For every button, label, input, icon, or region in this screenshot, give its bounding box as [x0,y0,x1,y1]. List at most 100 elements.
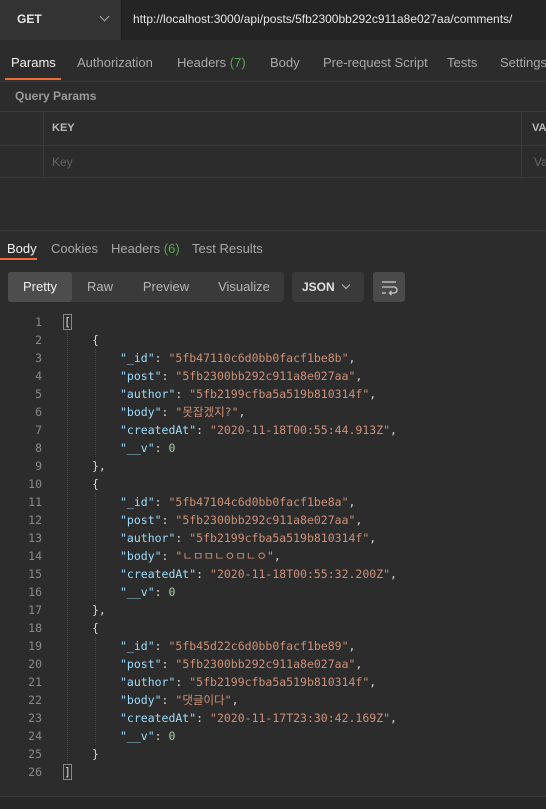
format-label: JSON [302,280,335,294]
tab-label: Pre-request Script [323,55,428,70]
tab-label: Authorization [77,55,153,70]
tab-label: Tests [447,55,478,70]
code-line: "createdAt": "2020-11-18T00:55:44.913Z", [120,423,397,437]
line-number: 2 [35,333,42,347]
tab-authorization[interactable]: Authorization [77,55,153,70]
line-number: 23 [28,711,42,725]
code-line: } [92,747,99,761]
line-number: 20 [28,657,42,671]
code-line: "createdAt": "2020-11-17T23:30:42.169Z", [120,711,397,725]
view-raw-button[interactable]: Raw [72,272,128,302]
line-number: 6 [35,405,42,419]
tab-count: (7) [229,55,246,70]
code-line: "__v": 0 [120,441,176,455]
column-divider [43,112,44,179]
code-line: "body": "ㄴㅁㅁㄴㅇㅁㄴㅇ", [120,549,281,563]
code-line: { [92,477,99,491]
tab-label: Cookies [51,241,98,256]
wrap-lines-button[interactable] [373,272,405,302]
value-input[interactable]: Va [534,155,546,169]
key-column-header: KEY [52,122,75,134]
line-number: 1 [35,315,42,329]
code-line: { [92,621,99,635]
active-tab-indicator [5,78,61,80]
line-number: 15 [28,567,42,581]
code-line: "_id": "5fb47104c6d0bb0facf1be8a", [120,495,356,509]
code-line: "_id": "5fb45d22c6d0bb0facf1be89", [120,639,356,653]
view-pretty-button[interactable]: Pretty [8,272,72,302]
tab-headers[interactable]: Headers (7) [177,55,246,70]
tab-label: Headers [177,55,227,70]
code-line: "__v": 0 [120,729,176,743]
tab-count: (6) [163,241,180,256]
code-line: "_id": "5fb47110c6d0bb0facf1be8b", [120,351,356,365]
code-line: "body": "못잡겠지?", [120,405,246,419]
query-params-table: KEY VA Key Va [0,111,546,179]
indent-guide [95,493,96,601]
line-number: 21 [28,675,42,689]
response-divider [0,230,546,231]
code-line: ] [63,764,72,780]
response-tab-cookies[interactable]: Cookies [51,241,98,256]
row-divider [0,145,546,146]
format-select[interactable]: JSON [292,272,364,302]
line-number: 13 [28,531,42,545]
line-number: 22 [28,693,42,707]
code-line: "createdAt": "2020-11-18T00:55:32.200Z", [120,567,397,581]
response-body-viewer[interactable]: 1 [2 {3 "_id": "5fb47110c6d0bb0facf1be8b", 4… [0,313,546,793]
line-number: 3 [35,351,42,365]
method-label: GET [17,12,42,26]
line-number: 11 [28,495,42,509]
code-line: "author": "5fb2199cfba5a519b810314f", [120,387,377,401]
indent-guide [95,349,96,457]
tab-label: Test Results [192,241,263,256]
query-params-title: Query Params [15,89,97,103]
view-mode-selector: Pretty Raw Preview Visualize [8,272,284,302]
code-line: "author": "5fb2199cfba5a519b810314f", [120,531,377,545]
indent-guide [67,331,68,763]
line-number: 18 [28,621,42,635]
method-select[interactable]: GET [0,0,122,40]
line-number: 5 [35,387,42,401]
line-number: 26 [28,765,42,779]
tab-pre-request-script[interactable]: Pre-request Script [323,55,428,70]
indent-guide [95,637,96,745]
code-line: "body": "댓글이다", [120,693,239,707]
status-bar [0,796,546,809]
response-tab-headers[interactable]: Headers (6) [111,241,180,256]
key-input[interactable]: Key [52,155,73,169]
wrap-lines-icon [382,281,398,296]
line-number: 9 [35,459,42,473]
code-line: "author": "5fb2199cfba5a519b810314f", [120,675,377,689]
line-number: 7 [35,423,42,437]
tab-settings[interactable]: Settings [500,55,546,70]
tab-body[interactable]: Body [270,55,300,70]
chevron-down-icon [99,11,110,22]
view-visualize-button[interactable]: Visualize [204,272,284,302]
active-tab-indicator [0,258,37,260]
tab-params[interactable]: Params [11,55,56,70]
line-number: 14 [28,549,42,563]
line-number: 19 [28,639,42,653]
tab-label: Params [11,55,56,70]
line-number: 10 [28,477,42,491]
view-preview-button[interactable]: Preview [128,272,204,302]
request-url-bar: GET http://localhost:3000/api/posts/5fb2… [0,0,546,40]
tab-label: Headers [111,241,161,256]
request-tabs: Params Authorization Headers (7) Body Pr… [0,40,546,82]
line-number: 4 [35,369,42,383]
tab-label: Settings [500,55,546,70]
line-number: 24 [28,729,42,743]
chevron-down-icon [341,280,351,290]
response-tab-body[interactable]: Body [7,241,37,256]
tab-tests[interactable]: Tests [447,55,477,70]
code-line: "__v": 0 [120,585,176,599]
tab-label: Body [270,55,300,70]
response-tab-test-results[interactable]: Test Results [192,241,263,256]
code-line: [ [63,314,72,330]
value-column-header: VA [532,122,546,134]
url-input[interactable]: http://localhost:3000/api/posts/5fb2300b… [133,12,512,26]
code-line: { [92,333,99,347]
code-line: }, [92,459,106,473]
tab-label: Body [7,241,37,256]
